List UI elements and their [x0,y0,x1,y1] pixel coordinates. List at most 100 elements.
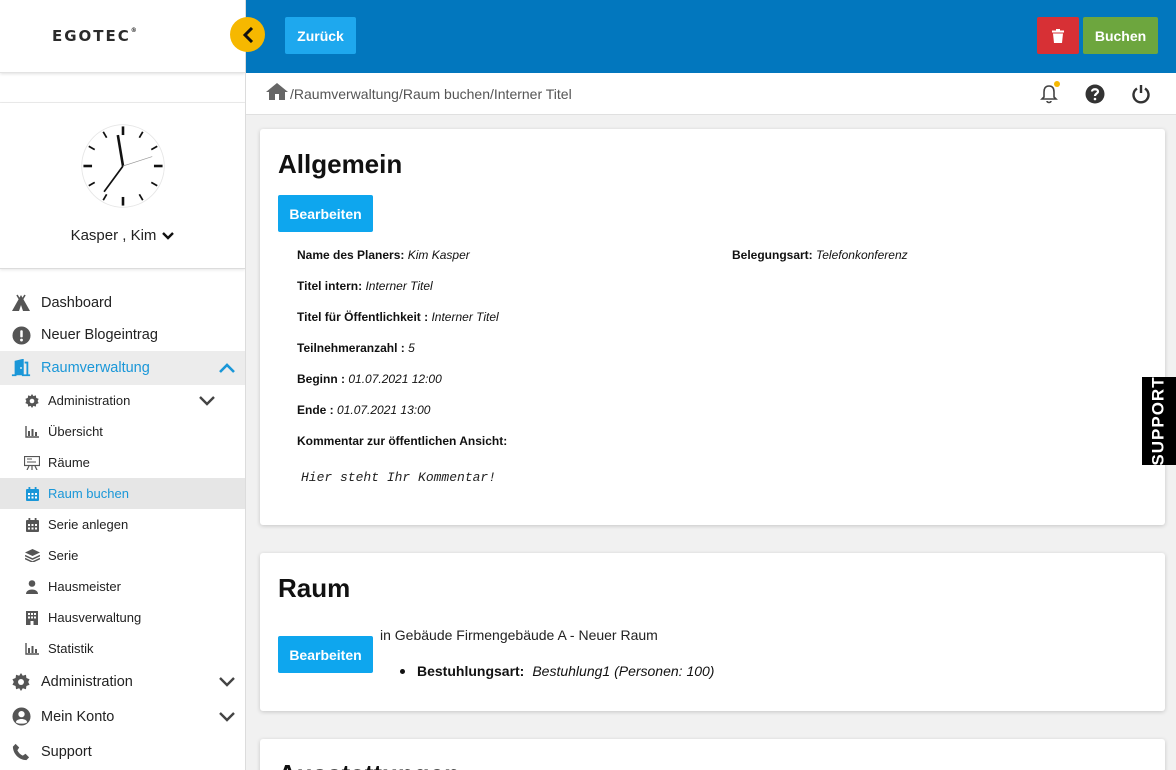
subnav-hausmeister[interactable]: Hausmeister [0,571,245,602]
field-titel-oeffentlich-label: Titel für Öffentlichkeit : [297,310,429,324]
chevron-down-icon [219,676,235,687]
support-tab-label: SUPPORT [1149,376,1168,466]
calendar-icon [24,517,40,533]
chalkboard-icon [24,455,40,471]
door-icon [11,358,31,378]
field-teilnehmer-value: 5 [408,341,415,355]
power-icon[interactable] [1130,83,1152,105]
collapse-sidebar-button[interactable] [230,17,265,52]
subnav-hausverwaltung-label: Hausverwaltung [48,610,142,625]
subnav-serie[interactable]: Serie [0,540,245,571]
card-allgemein: Allgemein Bearbeiten Name des Planers: K… [260,129,1165,525]
field-beginn: Beginn : 01.07.2021 12:00 [297,372,442,386]
section-title-ausstattungen: Ausstattungen [278,759,460,770]
breadcrumb: /Raumverwaltung/Raum buchen/Interner Tit… [246,73,1176,115]
chevron-down-icon [219,711,235,722]
field-kommentar: Kommentar zur öffentlichen Ansicht: [297,434,507,448]
user-panel: Kasper , Kim [0,103,245,269]
exclamation-circle-icon [11,325,31,345]
phone-icon [11,742,31,762]
field-belegungsart: Belegungsart: Telefonkonferenz [732,248,908,262]
chevron-down-icon [199,395,215,406]
book-button[interactable]: Buchen [1083,17,1158,54]
nav-dashboard[interactable]: Dashboard [0,287,245,319]
public-comment-text: Hier steht Ihr Kommentar! [301,470,497,485]
subnav-uebersicht[interactable]: Übersicht [0,416,245,447]
subnav-serie-anlegen-label: Serie anlegen [48,517,129,532]
sidebar: EGOTEC® Kasper , Kim Dashboard Neuer Blo… [0,0,246,770]
subnav-serie-anlegen[interactable]: Serie anlegen [0,509,245,540]
field-planer-value: Kim Kasper [407,248,470,262]
subnav-statistik[interactable]: Statistik [0,633,245,664]
subnav-raum-buchen[interactable]: Raum buchen [0,478,245,509]
field-teilnehmer: Teilnehmeranzahl : 5 [297,341,415,355]
seating-label: Bestuhlungsart: [417,663,525,679]
user-menu-toggle[interactable]: Kasper , Kim [71,227,175,244]
field-ende-label: Ende : [297,403,334,417]
bullet [400,668,405,674]
seating-value: Bestuhlung1 (Personen: 100) [532,663,715,679]
layers-icon [24,548,40,564]
gear-icon [24,393,40,409]
subnav-administration[interactable]: Administration [0,385,245,416]
chevron-down-icon [162,231,175,240]
analog-clock [80,124,165,208]
chevron-left-icon [242,26,253,43]
subnav-administration-label: Administration [48,393,131,408]
header-actions [1038,81,1152,105]
subnav-hausmeister-label: Hausmeister [48,579,121,594]
nav-support[interactable]: Support [0,734,245,769]
delete-button[interactable] [1037,17,1079,54]
bar-chart-icon [24,424,40,440]
help-icon[interactable] [1084,83,1106,105]
home-icon[interactable] [266,82,288,105]
user-name-label: Kasper , Kim [70,227,157,244]
card-raum: Raum Bearbeiten in Gebäude Firmengebäude… [260,553,1165,711]
top-toolbar: Zurück Buchen [246,0,1176,73]
egotec-logo[interactable]: EGOTEC® [52,27,139,45]
field-belegungsart-value: Telefonkonferenz [816,248,908,262]
breadcrumb-path[interactable]: /Raumverwaltung/Raum buchen/Interner Tit… [290,86,572,102]
back-button[interactable]: Zurück [285,17,356,54]
bell-icon[interactable] [1038,81,1060,105]
field-teilnehmer-label: Teilnehmeranzahl : [297,341,405,355]
seating-list-item: Bestuhlungsart: Bestuhlung1 (Personen: 1… [400,663,714,679]
subnav-raeume[interactable]: Räume [0,447,245,478]
field-beginn-value: 01.07.2021 12:00 [348,372,442,386]
field-titel-oeffentlich: Titel für Öffentlichkeit : Interner Tite… [297,310,499,324]
subnav-statistik-label: Statistik [48,641,94,656]
nav-raumverwaltung-label: Raumverwaltung [41,360,150,376]
field-kommentar-label: Kommentar zur öffentlichen Ansicht: [297,434,508,448]
nav-raumverwaltung[interactable]: Raumverwaltung [0,351,245,385]
gear-icon [11,672,31,692]
field-ende: Ende : 01.07.2021 13:00 [297,403,430,417]
nav-administration[interactable]: Administration [0,664,245,699]
field-titel-intern-value: Interner Titel [365,279,433,293]
subnav-uebersicht-label: Übersicht [48,424,103,439]
card-ausstattungen: Ausstattungen [260,739,1165,770]
chevron-up-icon [219,363,235,373]
nav-administration-label: Administration [41,673,133,690]
nav-mein-konto[interactable]: Mein Konto [0,699,245,734]
support-tab[interactable]: SUPPORT [1142,376,1176,466]
field-planer-label: Name des Planers: [297,248,405,262]
nav-mein-konto-label: Mein Konto [41,708,115,725]
edit-raum-button[interactable]: Bearbeiten [278,636,373,673]
user-circle-icon [11,707,31,727]
edit-allgemein-button[interactable]: Bearbeiten [278,195,373,232]
nav-support-label: Support [41,743,92,760]
nav-blog-label: Neuer Blogeintrag [41,327,158,343]
user-icon [24,579,40,595]
field-titel-intern: Titel intern: Interner Titel [297,279,433,293]
tent-icon [11,293,31,313]
logo-area: EGOTEC® [0,0,245,73]
main-nav: Dashboard Neuer Blogeintrag Raumverwaltu… [0,287,245,769]
subnav-raeume-label: Räume [48,455,90,470]
room-location: in Gebäude Firmengebäude A - Neuer Raum [380,627,658,643]
field-beginn-label: Beginn : [297,372,345,386]
section-title-raum: Raum [278,573,351,603]
trash-icon [1052,28,1064,43]
nav-blog[interactable]: Neuer Blogeintrag [0,319,245,351]
subnav-hausverwaltung[interactable]: Hausverwaltung [0,602,245,633]
field-ende-value: 01.07.2021 13:00 [337,403,431,417]
